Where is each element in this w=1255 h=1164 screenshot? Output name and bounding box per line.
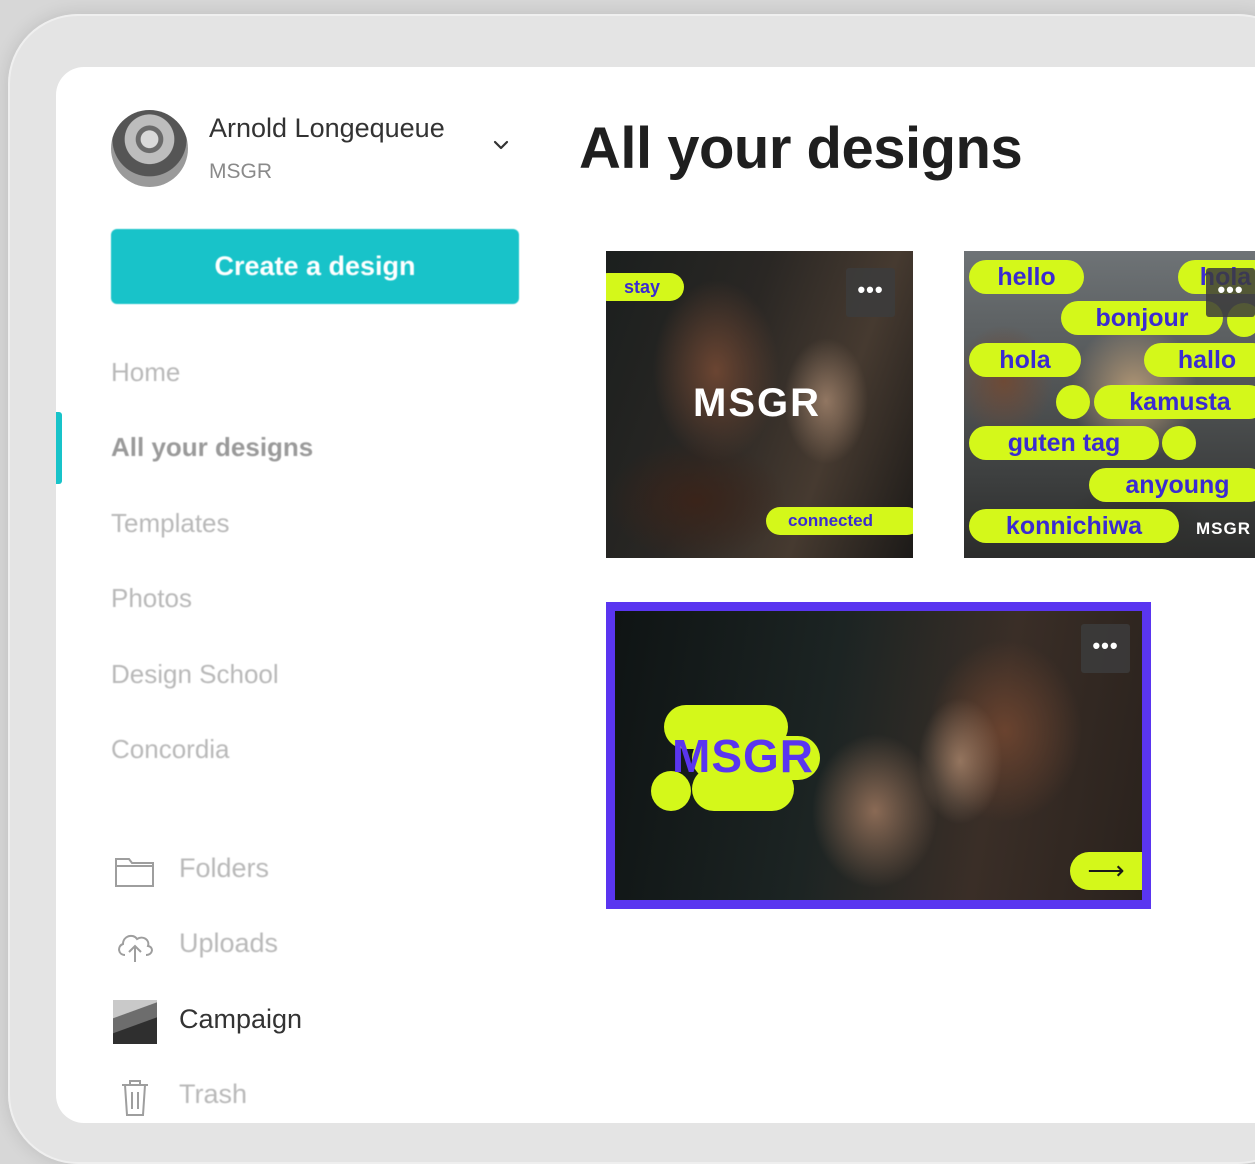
design-card[interactable]: MSGR ⟶ •••	[606, 602, 1151, 909]
nav-templates[interactable]: Templates	[111, 508, 230, 539]
sidebar-item-label: Folders	[179, 853, 270, 883]
team-name: MSGR	[209, 160, 272, 183]
design-card[interactable]: stay MSGR connected •••	[606, 251, 913, 558]
more-options-button[interactable]: •••	[1081, 624, 1130, 673]
nav-design-school[interactable]: Design School	[111, 659, 279, 690]
pill-label: konnichiwa	[969, 509, 1179, 543]
avatar[interactable]	[111, 110, 188, 187]
pill-label: bonjour	[1061, 301, 1223, 335]
arrow-right-icon: ⟶	[1070, 852, 1142, 890]
pill-label: stay	[606, 273, 684, 301]
active-nav-indicator	[56, 412, 62, 484]
create-design-button[interactable]: Create a design	[111, 229, 519, 304]
trash-icon	[122, 1080, 148, 1116]
pill-label: hallo	[1144, 343, 1255, 377]
app-screen: Arnold Longequeue MSGR Create a design H…	[56, 67, 1255, 1123]
device-frame: Arnold Longequeue MSGR Create a design H…	[8, 14, 1255, 1164]
more-options-button[interactable]: •••	[1206, 268, 1255, 317]
folder-icon	[115, 858, 154, 887]
pill-label: hello	[969, 260, 1084, 294]
design-preview: MSGR ⟶	[615, 611, 1142, 900]
sidebar: Arnold Longequeue MSGR Create a design H…	[56, 67, 526, 1123]
sidebar-item-label: Uploads	[179, 928, 279, 958]
user-name[interactable]: Arnold Longequeue	[209, 113, 445, 144]
cloud-upload-icon	[118, 934, 153, 962]
design-logo-text: MSGR	[672, 730, 814, 782]
sidebar-item-label: Campaign	[179, 1004, 303, 1034]
pill-label: hola	[969, 343, 1081, 377]
design-logo-text: MSGR	[693, 381, 821, 425]
nav-concordia[interactable]: Concordia	[111, 734, 230, 765]
nav-photos[interactable]: Photos	[111, 583, 192, 614]
design-logo-text: MSGR	[1196, 519, 1251, 538]
nav-all-designs[interactable]: All your designs	[111, 432, 313, 463]
pill-dot	[1162, 426, 1196, 460]
nav-home[interactable]: Home	[111, 357, 180, 388]
pill-dot	[1056, 385, 1090, 419]
design-card[interactable]: hello hola bonjour hola hallo kamusta gu…	[964, 251, 1255, 558]
sidebar-item-label: Trash	[179, 1079, 248, 1109]
pill-label: guten tag	[969, 426, 1159, 460]
campaign-thumbnail	[113, 1000, 157, 1044]
pill-label: anyoung	[1089, 468, 1255, 502]
pill-label: connected	[766, 507, 913, 535]
more-options-button[interactable]: •••	[846, 268, 895, 317]
chevron-down-icon[interactable]	[490, 134, 512, 156]
page-title: All your designs	[579, 116, 1023, 181]
pill-label: kamusta	[1094, 385, 1255, 419]
